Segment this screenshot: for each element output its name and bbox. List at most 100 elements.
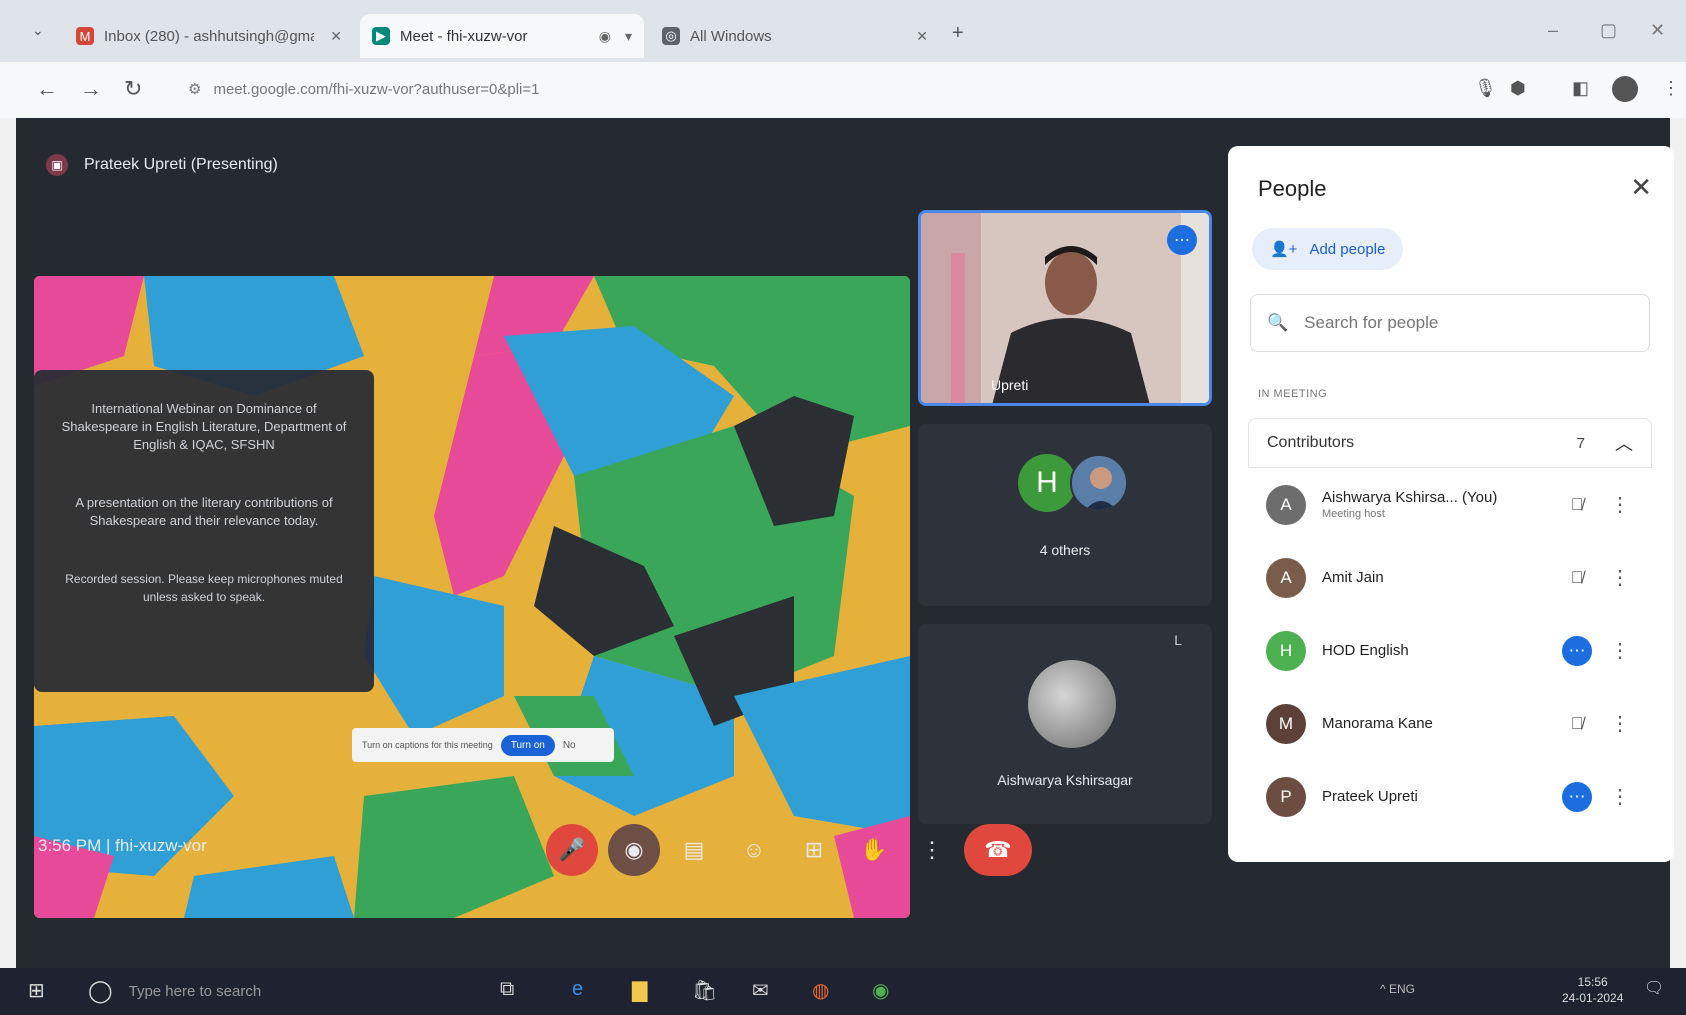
notifications-icon[interactable]: 🗨: [1644, 978, 1664, 998]
add-person-icon: 👤+: [1270, 241, 1298, 258]
tab-gmail[interactable]: M Inbox (280) - ashhutsingh@gmail.com ✕: [64, 14, 354, 58]
sidepanel-icon[interactable]: ◧: [1572, 78, 1589, 99]
avatar: [1028, 660, 1116, 748]
participant-list: A Aishwarya Kshirsa... (You) Meeting hos…: [1248, 468, 1652, 833]
file-explorer-icon[interactable]: ▇: [632, 978, 647, 1003]
chevron-up-icon[interactable]: ︿: [1615, 430, 1633, 456]
close-icon[interactable]: ✕: [916, 28, 928, 45]
search-input[interactable]: [1304, 313, 1605, 333]
profile-avatar[interactable]: [1612, 76, 1638, 102]
add-people-button[interactable]: 👤+ Add people: [1252, 228, 1404, 270]
menu-icon[interactable]: ⋮: [1662, 78, 1680, 99]
address-bar[interactable]: ⚙ meet.google.com/fhi-xuzw-vor?authuser=…: [170, 70, 1450, 108]
speaking-icon: ⋯: [1562, 781, 1592, 812]
reload-icon[interactable]: ↻: [124, 76, 142, 102]
present-icon: ⊞: [804, 837, 824, 862]
tab-label: All Windows: [690, 27, 772, 45]
maximize-icon[interactable]: ▢: [1600, 20, 1617, 41]
tab-meet[interactable]: ▶ Meet - fhi-xuzw-vor ◉ ▾: [360, 14, 644, 58]
chrome-icon[interactable]: ◉: [872, 978, 889, 1003]
emoji-button[interactable]: ☺: [728, 824, 780, 876]
list-item[interactable]: M Manorama Kane 🎙̸ ⋮: [1248, 687, 1652, 760]
windows-start-icon[interactable]: ⊞: [28, 978, 45, 1003]
mic-off-button[interactable]: 🎤: [546, 824, 598, 876]
task-view-icon[interactable]: ⧉: [500, 978, 514, 1001]
tab-windows[interactable]: ◎ All Windows ✕: [650, 14, 940, 58]
camera-button[interactable]: ◉: [608, 824, 660, 876]
speaking-icon: ⋯: [1167, 225, 1197, 255]
raise-hand-button[interactable]: ✋: [848, 824, 900, 876]
more-vert-icon[interactable]: ⋮: [1610, 784, 1630, 809]
more-vert-icon[interactable]: ⋮: [1610, 492, 1630, 517]
site-info-icon[interactable]: ⚙: [188, 80, 201, 98]
search-icon: 🔍: [1267, 313, 1289, 332]
system-tray[interactable]: ^ ENG: [1380, 982, 1415, 996]
list-item[interactable]: A Amit Jain 🎙̸ ⋮: [1248, 541, 1652, 614]
back-icon[interactable]: ←: [36, 76, 58, 102]
taskbar-search-placeholder: Type here to search: [128, 982, 262, 1000]
captions-button[interactable]: ▤: [668, 824, 720, 876]
mail-icon[interactable]: ✉: [752, 978, 769, 1003]
more-vert-icon: ⋮: [921, 837, 943, 862]
participant-name: Aishwarya Kshirsa... (You): [1322, 489, 1498, 506]
hand-icon: ✋: [860, 837, 888, 862]
avatar: H: [1018, 454, 1076, 512]
window-close-icon[interactable]: ✕: [1650, 20, 1665, 41]
tab-label: Inbox (280) - ashhutsingh@gmail.com: [104, 27, 314, 45]
mic-icon[interactable]: 🎙: [1474, 78, 1497, 99]
extension-icon[interactable]: ⬢: [1510, 78, 1526, 99]
taskbar-search[interactable]: ◯ Type here to search: [88, 974, 468, 1008]
edge-icon[interactable]: e: [572, 978, 583, 1001]
chevron-down-icon[interactable]: ▾: [625, 28, 632, 45]
mic-off-icon: 🎙̸: [1570, 494, 1584, 514]
people-search[interactable]: 🔍: [1250, 294, 1650, 352]
globe-icon: ◎: [662, 27, 680, 45]
participant-tile-self[interactable]: L Aishwarya Kshirsagar: [918, 624, 1212, 824]
list-item[interactable]: H HOD English ⋯ ⋮: [1248, 614, 1652, 687]
close-icon[interactable]: ✕: [1630, 172, 1652, 203]
avatar: A: [1266, 557, 1306, 598]
section-label: IN MEETING: [1258, 388, 1328, 400]
contributors-group[interactable]: Contributors 7 ︿: [1248, 418, 1652, 468]
participant-tile-video[interactable]: ⋯ Upreti: [918, 210, 1212, 406]
speaking-icon: ⋯: [1562, 635, 1592, 666]
presenter-label: Prateek Upreti (Presenting): [84, 156, 278, 173]
card-title: International Webinar on Dominance of Sh…: [61, 401, 347, 452]
avatar: H: [1266, 630, 1306, 671]
hangup-icon: ☎: [984, 837, 1012, 862]
participant-name: HOD English: [1322, 642, 1409, 659]
more-options-button[interactable]: ⋮: [906, 824, 958, 876]
card-paragraph: A presentation on the literary contribut…: [75, 495, 333, 528]
captions-on-button[interactable]: Turn on: [500, 734, 555, 756]
mic-off-icon: 🎙̸: [1570, 567, 1584, 587]
list-item[interactable]: A Aishwarya Kshirsa... (You) Meeting hos…: [1248, 468, 1652, 541]
screen: ⌄ M Inbox (280) - ashhutsingh@gmail.com …: [0, 0, 1686, 1015]
taskbar-clock[interactable]: 15:56 24-01-2024: [1562, 974, 1623, 1006]
avatar: A: [1266, 484, 1306, 525]
cortana-icon: ◯: [88, 978, 113, 1003]
store-icon[interactable]: 🛍: [692, 978, 717, 1003]
people-panel: People ✕ 👤+ Add people 🔍 IN MEETING Cont…: [1228, 146, 1674, 862]
leave-call-button[interactable]: ☎: [964, 824, 1032, 876]
forward-icon[interactable]: →: [80, 76, 102, 102]
more-vert-icon[interactable]: ⋮: [1610, 711, 1630, 736]
tab-search-icon[interactable]: ⌄: [32, 22, 44, 39]
present-button[interactable]: ⊞: [788, 824, 840, 876]
more-vert-icon[interactable]: ⋮: [1610, 638, 1630, 663]
intro-card: International Webinar on Dominance of Sh…: [34, 370, 374, 692]
add-people-label: Add people: [1309, 240, 1386, 258]
emoji-icon: ☺: [742, 837, 766, 862]
minimize-icon[interactable]: –: [1548, 20, 1558, 41]
list-item[interactable]: P Prateek Upreti ⋯ ⋮: [1248, 760, 1652, 833]
new-tab-icon[interactable]: +: [952, 22, 964, 45]
caption-dismiss-button[interactable]: No: [563, 740, 576, 751]
participant-tile-others[interactable]: H 4 others: [918, 424, 1212, 606]
more-vert-icon[interactable]: ⋮: [1610, 565, 1630, 590]
participant-name: Manorama Kane: [1322, 715, 1433, 732]
close-icon[interactable]: ✕: [330, 28, 342, 45]
participant-name: Amit Jain: [1322, 569, 1384, 586]
avatar-photo: [1072, 456, 1126, 510]
firefox-icon[interactable]: ◍: [812, 978, 829, 1003]
tile-name: Upreti: [991, 377, 1029, 393]
caption-text: Turn on captions for this meeting: [362, 740, 493, 750]
